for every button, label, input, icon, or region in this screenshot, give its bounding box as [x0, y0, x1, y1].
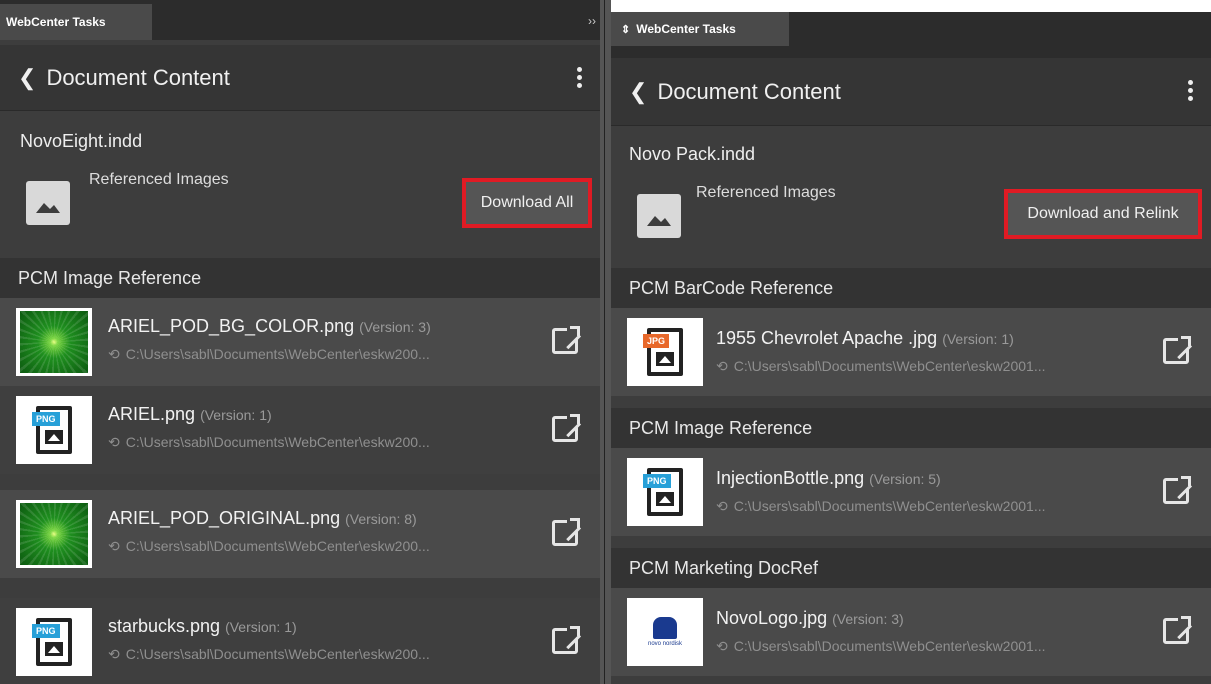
more-options-icon[interactable] — [1188, 80, 1193, 104]
thumbnail — [16, 308, 92, 376]
sync-icon: ⟲ — [108, 538, 120, 554]
referenced-images-label: Referenced Images — [696, 184, 836, 201]
open-external-icon[interactable] — [1163, 616, 1191, 644]
sync-icon: ⟲ — [716, 358, 728, 374]
file-path: ⟲ C:\Users\sabl\Documents\WebCenter\eskw2… — [716, 498, 1046, 514]
back-arrow-icon[interactable]: ❮ — [629, 79, 647, 105]
png-file-icon: PNG — [643, 468, 683, 516]
section-header: PCM Image Reference — [0, 258, 600, 298]
file-name: ARIEL.png (Version: 1) — [108, 404, 272, 424]
section-header: PCM Image Reference — [611, 408, 1211, 448]
page-title: Document Content — [46, 64, 230, 90]
png-file-icon: PNG — [32, 406, 72, 454]
page-title: Document Content — [657, 78, 841, 104]
tab-webcenter-tasks[interactable]: ⇕ WebCenter Tasks — [611, 12, 789, 46]
tab-webcenter-tasks[interactable]: WebCenter Tasks — [0, 4, 152, 40]
open-external-icon[interactable] — [1163, 336, 1191, 364]
file-path: ⟲ C:\Users\sabl\Documents\WebCenter\eskw2… — [108, 538, 430, 554]
novo-nordisk-logo: novo nordisk — [633, 607, 697, 657]
thumbnail — [16, 500, 92, 568]
list-item[interactable]: novo nordisk NovoLogo.jpg (Version: 3) ⟲… — [611, 588, 1211, 676]
tab-label: WebCenter Tasks — [6, 15, 106, 29]
open-external-icon[interactable] — [552, 326, 580, 354]
thumbnail: novo nordisk — [627, 598, 703, 666]
file-path: ⟲ C:\Users\sabl\Documents\WebCenter\eskw2… — [108, 346, 430, 362]
open-external-icon[interactable] — [552, 626, 580, 654]
tab-label: WebCenter Tasks — [636, 22, 736, 36]
sort-icon: ⇕ — [621, 23, 631, 36]
list-item[interactable]: ARIEL_POD_ORIGINAL.png (Version: 8) ⟲ C:\… — [0, 490, 600, 578]
file-name: NovoLogo.jpg (Version: 3) — [716, 608, 904, 628]
document-name: Novo Pack.indd — [629, 144, 756, 164]
thumbnail: PNG — [627, 458, 703, 526]
sync-icon: ⟲ — [716, 638, 728, 654]
list-item[interactable]: JPG 1955 Chevrolet Apache .jpg (Version:… — [611, 308, 1211, 396]
section-header: PCM Marketing DocRef — [611, 548, 1211, 588]
collapse-panel-icon[interactable]: ›› — [588, 14, 596, 28]
open-external-icon[interactable] — [552, 414, 580, 442]
thumbnail: JPG — [627, 318, 703, 386]
more-options-icon[interactable] — [577, 67, 582, 91]
file-path: ⟲ C:\Users\sabl\Documents\WebCenter\eskw2… — [716, 638, 1046, 654]
image-icon — [26, 181, 70, 225]
png-file-icon: PNG — [32, 618, 72, 666]
file-name: ARIEL_POD_ORIGINAL.png (Version: 8) — [108, 508, 417, 528]
panel-divider[interactable] — [600, 0, 611, 684]
document-info: Novo Pack.indd Referenced Images Downloa… — [611, 126, 1211, 268]
document-info: NovoEight.indd Referenced Images Downloa… — [0, 111, 600, 258]
open-external-icon[interactable] — [552, 518, 580, 546]
file-name: ARIEL_POD_BG_COLOR.png (Version: 3) — [108, 316, 431, 336]
file-path: ⟲ C:\Users\sabl\Documents\WebCenter\eskw2… — [108, 434, 430, 450]
referenced-images-label: Referenced Images — [89, 171, 229, 188]
image-icon — [637, 194, 681, 238]
download-and-relink-button[interactable]: Download and Relink — [1004, 189, 1202, 239]
list-item[interactable]: ARIEL_POD_BG_COLOR.png (Version: 3) ⟲ C:\… — [0, 298, 600, 386]
sync-icon: ⟲ — [108, 646, 120, 662]
panel-header: ❮ Document Content — [611, 58, 1211, 126]
list-item[interactable]: PNG ARIEL.png (Version: 1) ⟲ C:\Users\sab… — [0, 386, 600, 474]
list-item[interactable]: PNG InjectionBottle.png (Version: 5) ⟲ C:… — [611, 448, 1211, 536]
file-path: ⟲ C:\Users\sabl\Documents\WebCenter\eskw2… — [108, 646, 430, 662]
tab-bar: ⇕ WebCenter Tasks — [611, 0, 1211, 58]
file-name: starbucks.png (Version: 1) — [108, 616, 297, 636]
file-name: 1955 Chevrolet Apache .jpg (Version: 1) — [716, 328, 1014, 348]
section-header: PCM BarCode Reference — [611, 268, 1211, 308]
sync-icon: ⟲ — [716, 498, 728, 514]
panel-header: ❮ Document Content — [0, 45, 600, 111]
download-all-button[interactable]: Download All — [462, 178, 592, 228]
back-arrow-icon[interactable]: ❮ — [18, 65, 36, 91]
tab-bar: WebCenter Tasks ›› — [0, 0, 600, 40]
thumbnail: PNG — [16, 396, 92, 464]
left-panel: WebCenter Tasks ›› ❮ Document Content No… — [0, 0, 600, 684]
jpg-file-icon: JPG — [643, 328, 683, 376]
sync-icon: ⟲ — [108, 434, 120, 450]
document-name: NovoEight.indd — [20, 131, 143, 151]
sync-icon: ⟲ — [108, 346, 120, 362]
list-item[interactable]: PNG starbucks.png (Version: 1) ⟲ C:\Users… — [0, 598, 600, 684]
file-name: InjectionBottle.png (Version: 5) — [716, 468, 941, 488]
thumbnail: PNG — [16, 608, 92, 676]
file-path: ⟲ C:\Users\sabl\Documents\WebCenter\eskw2… — [716, 358, 1046, 374]
right-panel: ⇕ WebCenter Tasks ❮ Document Content Novo… — [611, 0, 1211, 684]
open-external-icon[interactable] — [1163, 476, 1191, 504]
